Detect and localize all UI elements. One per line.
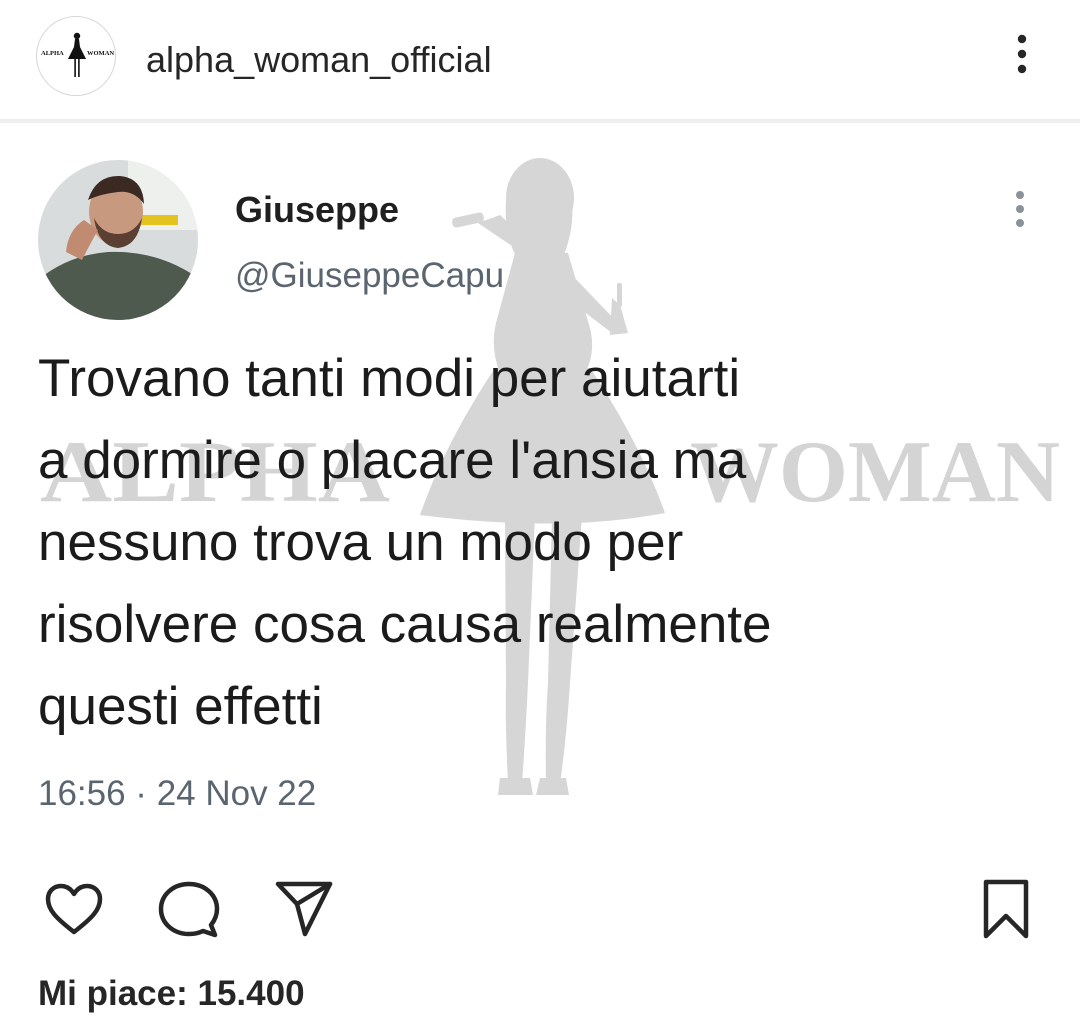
tweet-timestamp: 16:56 · 24 Nov 22	[38, 774, 317, 813]
tweet-text-line: Trovano tanti modi per aiutarti	[38, 349, 741, 408]
more-vertical-icon	[1006, 187, 1034, 231]
tweet-author-handle: @GiuseppeCapu	[235, 256, 505, 295]
likes-count[interactable]: Mi piace: 15.400	[38, 972, 305, 1016]
heart-icon[interactable]	[42, 878, 106, 942]
tweet-text-line: questi effetti	[38, 677, 323, 736]
send-paper-plane-icon[interactable]	[272, 878, 336, 942]
post-actions-bar	[0, 850, 1080, 960]
post-header: ALPHA WOMAN alpha_woman_official	[0, 0, 1080, 118]
comment-bubble-icon[interactable]	[156, 878, 220, 942]
account-avatar[interactable]: ALPHA WOMAN	[36, 16, 116, 96]
post-image[interactable]: ALPHA WOMAN Giuseppe @GiuseppeCapu Trova…	[0, 123, 1080, 850]
tweet-author-avatar	[38, 160, 198, 320]
tweet-text-line: nessuno trova un modo per	[38, 513, 684, 572]
more-vertical-icon[interactable]	[1004, 30, 1040, 78]
account-username[interactable]: alpha_woman_official	[146, 38, 492, 82]
alpha-woman-logo-icon: ALPHA WOMAN	[41, 32, 114, 77]
tweet-author-name: Giuseppe	[235, 189, 400, 230]
bookmark-icon[interactable]	[974, 878, 1038, 942]
tweet-text: Trovano tanti modi per aiutarti a dormir…	[38, 338, 1028, 748]
tweet-text-line: risolvere cosa causa realmente	[38, 595, 772, 654]
svg-text:ALPHA: ALPHA	[41, 50, 64, 57]
svg-text:WOMAN: WOMAN	[87, 50, 114, 57]
tweet-text-line: a dormire o placare l'ansia ma	[38, 431, 747, 490]
